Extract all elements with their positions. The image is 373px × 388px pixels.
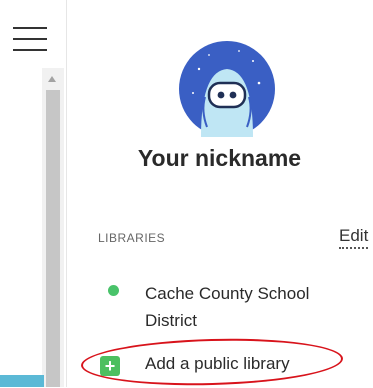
left-navigation-strip <box>0 0 67 387</box>
scroll-up-icon[interactable] <box>48 76 56 82</box>
robot-avatar-icon[interactable] <box>179 41 275 137</box>
hamburger-menu-icon[interactable] <box>13 25 47 53</box>
add-public-library-button[interactable]: + Add a public library <box>100 352 360 380</box>
content-edge <box>0 375 44 387</box>
edit-libraries-link[interactable]: Edit <box>339 226 369 249</box>
libraries-section-label: LIBRARIES <box>98 231 166 245</box>
scrollbar[interactable] <box>42 68 64 387</box>
plus-icon: + <box>100 356 120 376</box>
add-library-label: Add a public library <box>145 354 290 373</box>
library-name: Cache County School District <box>145 284 310 330</box>
scrollbar-thumb[interactable] <box>46 90 60 387</box>
profile-panel: Your nickname LIBRARIES Edit Cache Count… <box>66 0 373 388</box>
nickname-heading[interactable]: Your nickname <box>66 145 373 172</box>
active-status-dot-icon <box>108 285 119 296</box>
